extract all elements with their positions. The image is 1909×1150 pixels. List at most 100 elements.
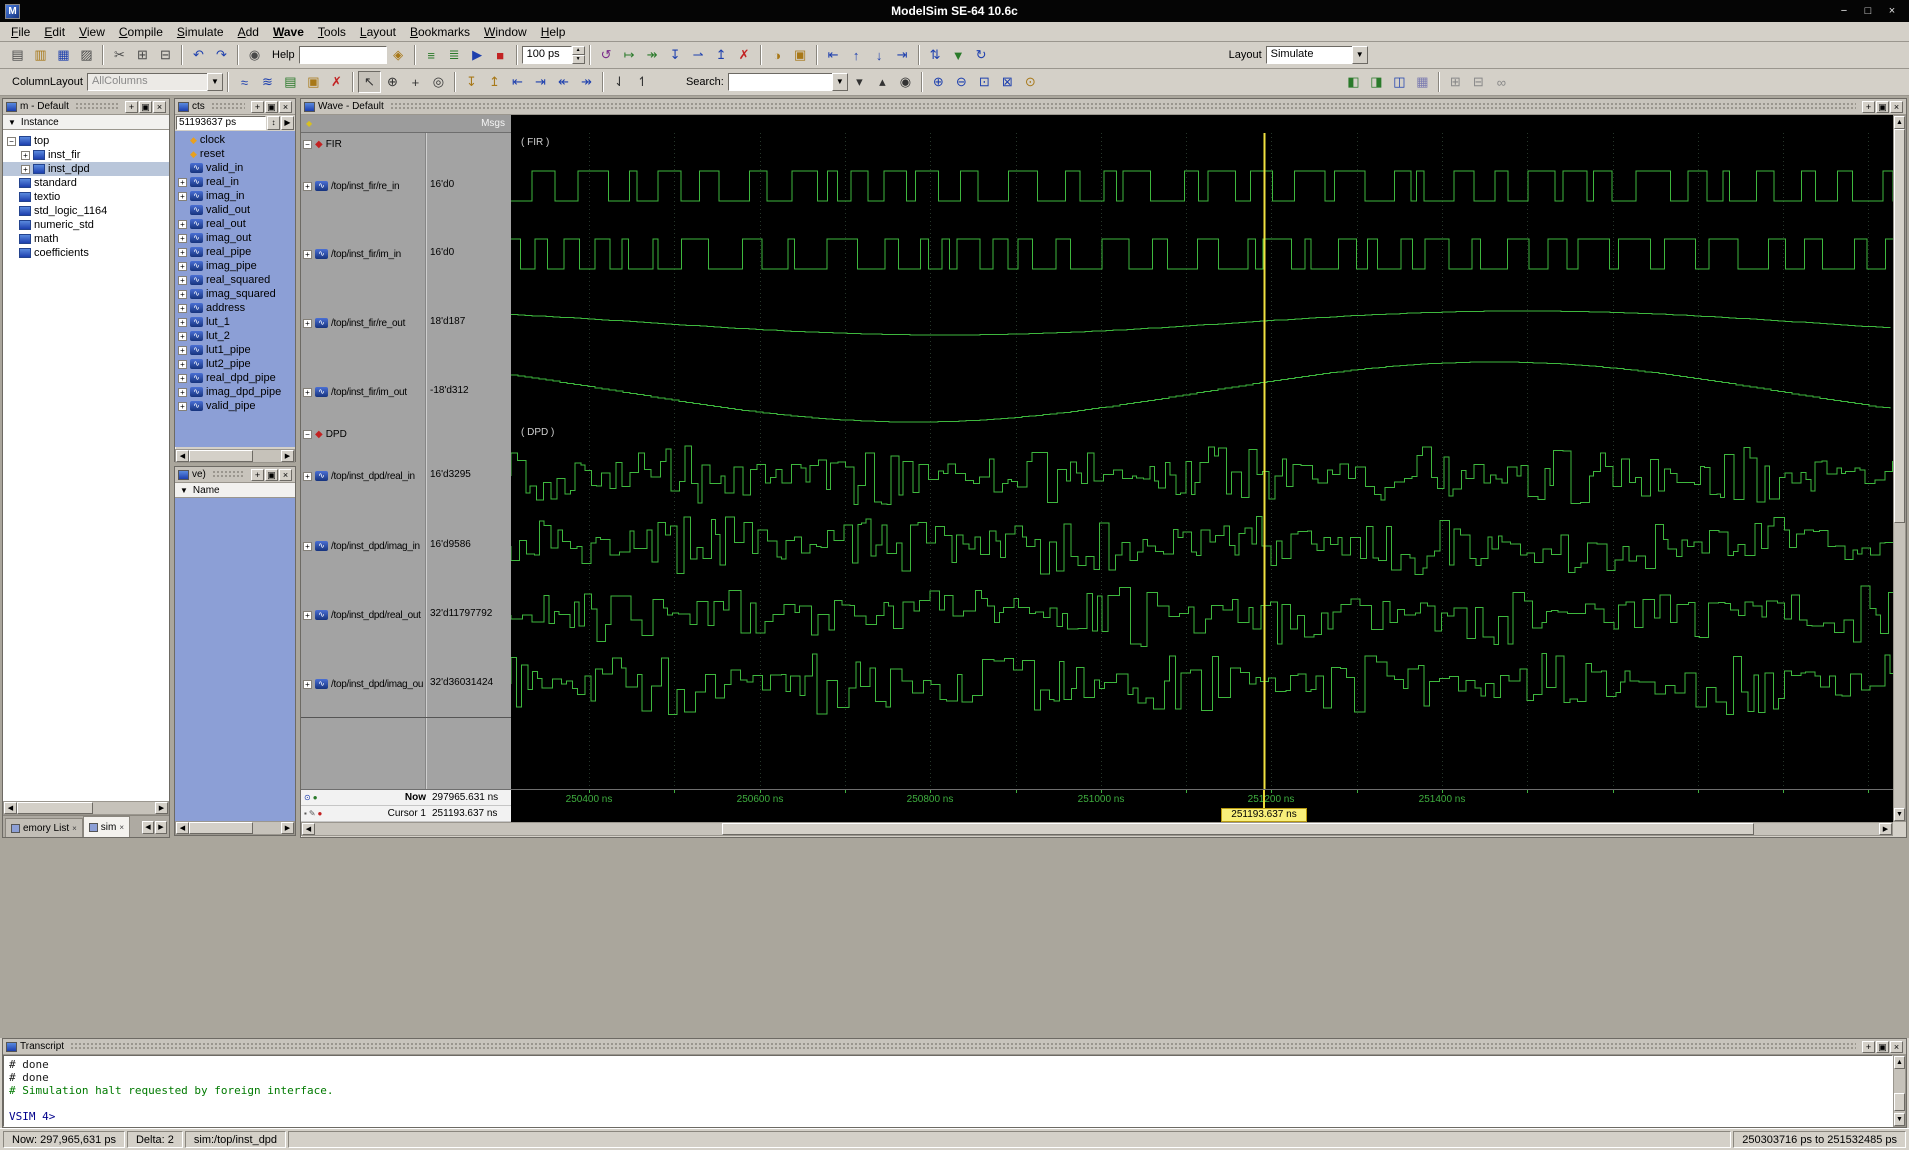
expander-icon[interactable]: + xyxy=(178,332,187,341)
expander-icon[interactable]: + xyxy=(178,304,187,313)
titlebar-grip[interactable] xyxy=(390,102,1856,111)
search-input-dropdown-icon[interactable]: ▼ xyxy=(832,73,848,91)
compile-all-icon[interactable]: ≣ xyxy=(443,44,466,66)
expand-pane-left-icon[interactable]: ◧ xyxy=(1342,71,1365,93)
step-icon[interactable]: ↧ xyxy=(664,44,687,66)
undo-icon[interactable]: ↶ xyxy=(187,44,210,66)
tree-item-math[interactable]: math xyxy=(3,232,169,246)
step-out-icon[interactable]: ↥ xyxy=(710,44,733,66)
signal-item-lut_1[interactable]: +∿lut_1 xyxy=(175,315,295,329)
instance-tree-hscrollbar[interactable]: ◀ ▶ xyxy=(3,801,169,815)
zoom-out-icon[interactable]: ⊖ xyxy=(950,71,973,93)
expander-icon[interactable]: + xyxy=(178,192,187,201)
copy-icon[interactable]: ⊞ xyxy=(131,44,154,66)
msgs-column-header[interactable]: Msgs xyxy=(312,118,511,129)
expander-icon[interactable]: + xyxy=(303,611,312,620)
layout-select-dropdown-icon[interactable]: ▼ xyxy=(1352,46,1368,64)
break-icon[interactable]: ■ xyxy=(489,44,512,66)
tree-item-coefficients[interactable]: coefficients xyxy=(3,246,169,260)
expander-icon[interactable]: + xyxy=(303,542,312,551)
lock-icon[interactable]: ▪ xyxy=(304,809,307,818)
signal-item-address[interactable]: +∿address xyxy=(175,301,295,315)
scrollbar-track[interactable] xyxy=(17,802,155,814)
add-wave-icon[interactable]: ≋ xyxy=(256,71,279,93)
run-length-input-up-icon[interactable]: ▲ xyxy=(572,46,585,55)
transcript-body[interactable]: # done# done# Simulation halt requested … xyxy=(3,1055,1893,1127)
scroll-down-icon[interactable]: ▼ xyxy=(1894,1113,1905,1126)
undock-button[interactable]: ▣ xyxy=(265,469,278,481)
filter-icon[interactable]: ▼ xyxy=(947,44,970,66)
instance-column-header[interactable]: ▼ Instance xyxy=(3,115,169,130)
find-previous-icon[interactable]: ↑ xyxy=(845,44,868,66)
signal-item-real_pipe[interactable]: +∿real_pipe xyxy=(175,245,295,259)
titlebar-grip[interactable] xyxy=(75,102,119,111)
undock-button[interactable]: ▣ xyxy=(265,101,278,113)
run-length-input[interactable]: 100 ps xyxy=(522,46,572,64)
undock-button[interactable]: ▣ xyxy=(1876,101,1889,113)
refresh-icon[interactable]: ↻ xyxy=(970,44,993,66)
search-options-icon[interactable]: ◉ xyxy=(894,71,917,93)
tree-item-std_logic_1164[interactable]: std_logic_1164 xyxy=(3,204,169,218)
expander-icon[interactable]: + xyxy=(178,234,187,243)
tab-sim[interactable]: sim× xyxy=(83,816,130,837)
signal-item-lut1_pipe[interactable]: +∿lut1_pipe xyxy=(175,343,295,357)
menu-view[interactable]: View xyxy=(72,23,112,41)
menu-simulate[interactable]: Simulate xyxy=(170,23,231,41)
expander-icon[interactable]: + xyxy=(303,250,312,259)
tree-item-textio[interactable]: textio xyxy=(3,190,169,204)
delete-cursor-icon[interactable]: ↥ xyxy=(483,71,506,93)
edit-cursor-icon[interactable]: ✎ xyxy=(309,809,316,818)
signal-item-valid_in[interactable]: ∿valid_in xyxy=(175,161,295,175)
wave-signal-row[interactable]: +∿/top/inst_dpd/real_out xyxy=(303,606,423,624)
scrollbar-thumb[interactable] xyxy=(189,450,253,462)
collapse-all-icon[interactable]: ⊟ xyxy=(1467,71,1490,93)
zoom-full-icon[interactable]: ⊡ xyxy=(973,71,996,93)
sort-icon[interactable]: ⇅ xyxy=(924,44,947,66)
expander-icon[interactable]: + xyxy=(303,388,312,397)
scrollbar-track[interactable] xyxy=(189,822,281,834)
sim-window-titlebar[interactable]: m - Default +▣× xyxy=(3,99,169,115)
search-up-icon[interactable]: ▴ xyxy=(871,71,894,93)
zoom-button[interactable]: + xyxy=(125,101,138,113)
signal-item-imag_dpd_pipe[interactable]: +∿imag_dpd_pipe xyxy=(175,385,295,399)
column-divider[interactable] xyxy=(425,133,427,789)
run-icon[interactable]: ↦ xyxy=(618,44,641,66)
add-log-icon[interactable]: ▣ xyxy=(302,71,325,93)
scrollbar-thumb[interactable] xyxy=(1894,1093,1905,1111)
name-column-header[interactable]: ▼ Name xyxy=(175,483,295,498)
wave-window-titlebar[interactable]: Wave - Default +▣× xyxy=(301,99,1906,115)
scroll-left-icon[interactable]: ◀ xyxy=(176,822,189,834)
expander-icon[interactable]: + xyxy=(303,182,312,191)
time-advance-icon[interactable]: ▶ xyxy=(281,116,294,130)
cursor-row[interactable]: ▪ ✎ ● Cursor 1 251193.637 ns xyxy=(301,806,511,822)
signal-item-lut_2[interactable]: +∿lut_2 xyxy=(175,329,295,343)
next-edge-icon[interactable]: ↠ xyxy=(575,71,598,93)
cursor-time-label[interactable]: 251193.637 ns xyxy=(1221,808,1307,822)
menu-compile[interactable]: Compile xyxy=(112,23,170,41)
signal-item-imag_squared[interactable]: +∿imag_squared xyxy=(175,287,295,301)
wave-hscrollbar[interactable]: ◀ ▶ xyxy=(301,822,1893,836)
undock-button[interactable]: ▣ xyxy=(1876,1041,1889,1053)
scroll-right-icon[interactable]: ▶ xyxy=(281,822,294,834)
expander-icon[interactable]: + xyxy=(303,319,312,328)
zoom-button[interactable]: + xyxy=(1862,1041,1875,1053)
close-button[interactable]: × xyxy=(279,101,292,113)
titlebar-grip[interactable] xyxy=(70,1042,1856,1051)
stop-icon[interactable]: ✗ xyxy=(733,44,756,66)
search-input[interactable] xyxy=(728,73,832,91)
expander-icon[interactable]: + xyxy=(178,388,187,397)
objects-window-titlebar[interactable]: cts +▣× xyxy=(175,99,295,115)
performance-profile-icon[interactable]: ◑ xyxy=(766,44,789,66)
transcript-titlebar[interactable]: Transcript +▣× xyxy=(3,1039,1906,1055)
locals-hscrollbar[interactable]: ◀ ▶ xyxy=(175,821,295,835)
expander-icon[interactable]: + xyxy=(178,402,187,411)
find-icon[interactable]: ◉ xyxy=(243,44,266,66)
memory-profile-icon[interactable]: ▣ xyxy=(789,44,812,66)
scroll-right-icon[interactable]: ▶ xyxy=(155,802,168,814)
wave-signal-row[interactable]: +∿/top/inst_dpd/imag_out xyxy=(303,675,423,693)
zoom-cursor-icon[interactable]: ⊙ xyxy=(1019,71,1042,93)
previous-edge-icon[interactable]: ↞ xyxy=(552,71,575,93)
tab-close-icon[interactable]: × xyxy=(119,823,124,832)
undock-button[interactable]: ▣ xyxy=(139,101,152,113)
expander-icon[interactable]: + xyxy=(178,262,187,271)
